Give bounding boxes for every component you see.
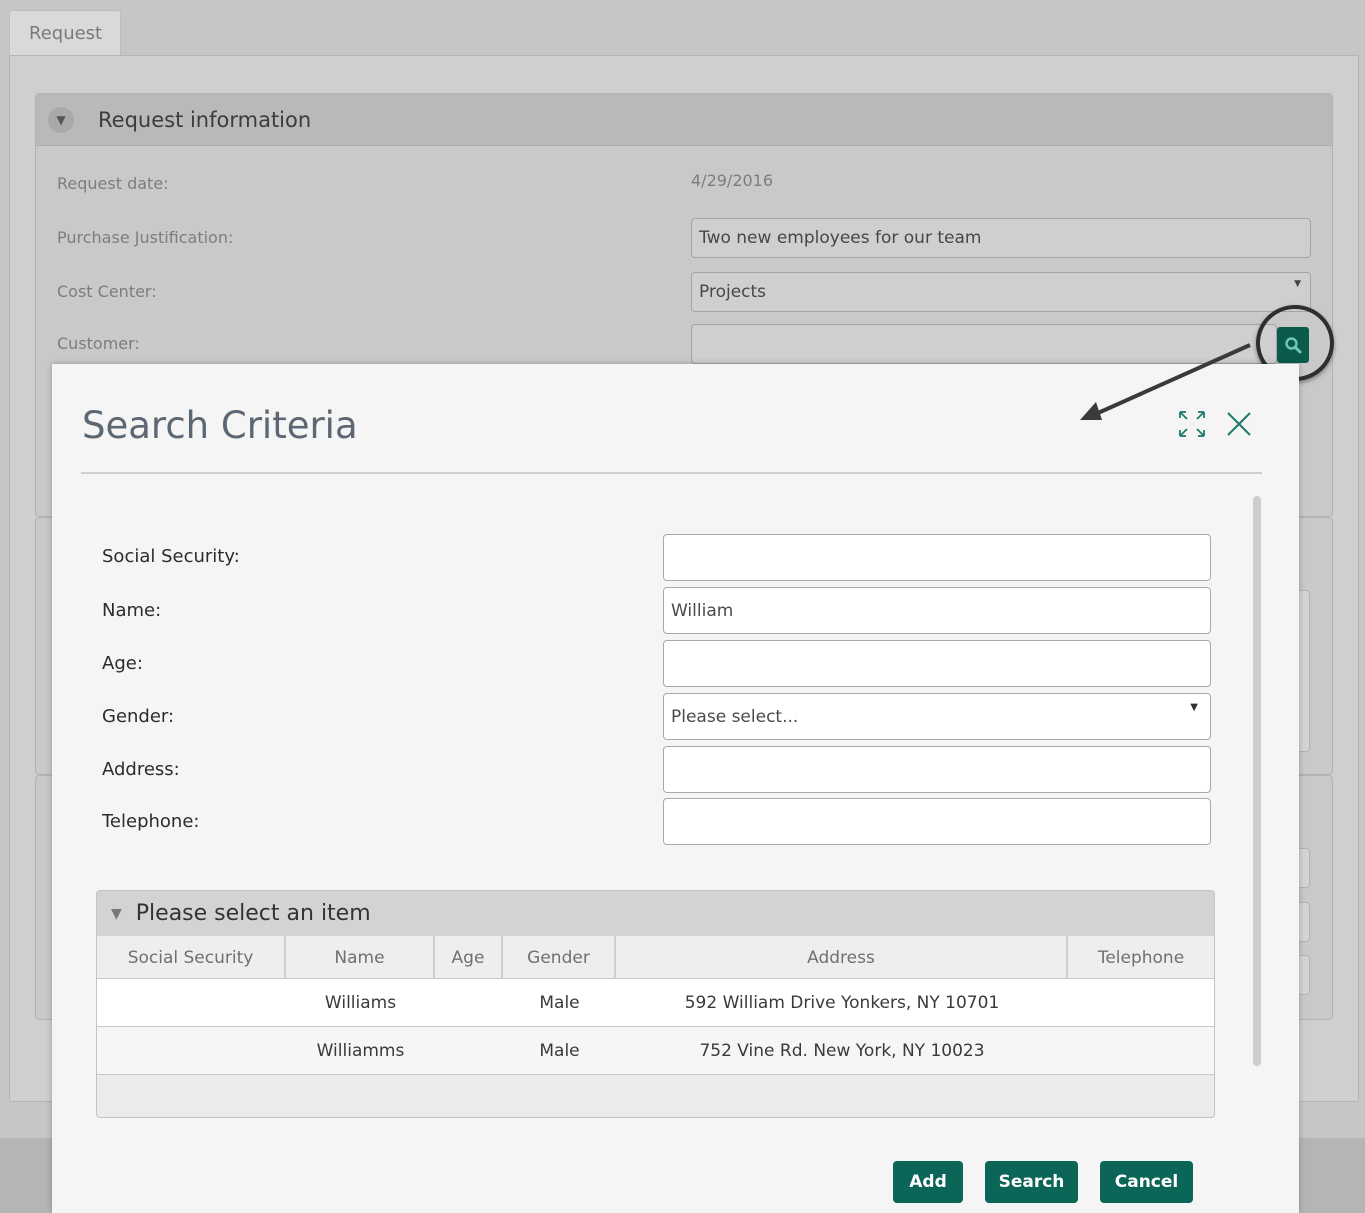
- dialog-scrollbar[interactable]: [1253, 496, 1261, 1066]
- cell-age: [435, 1027, 503, 1074]
- add-button[interactable]: Add: [893, 1161, 963, 1203]
- gender-select-value: Please select...: [671, 707, 799, 727]
- address-label: Address:: [102, 759, 180, 780]
- cell-gender: Male: [539, 1040, 580, 1061]
- grid-title: Please select an item: [135, 901, 371, 926]
- search-button[interactable]: Search: [985, 1161, 1078, 1203]
- grid-header[interactable]: ▼ Please select an item: [97, 891, 1214, 936]
- social-security-input[interactable]: [663, 534, 1211, 581]
- cell-name: Williamms: [316, 1040, 405, 1061]
- table-row[interactable]: Williams Male 592 William Drive Yonkers,…: [97, 979, 1214, 1027]
- customer-label: Customer:: [57, 334, 140, 353]
- search-criteria-dialog: Search Criteria Social Security: Name: A…: [52, 364, 1299, 1213]
- request-date-value: 4/29/2016: [691, 171, 774, 190]
- cell-social-security: [97, 979, 286, 1026]
- caret-down-icon: ▼: [1190, 702, 1198, 713]
- age-input[interactable]: [663, 640, 1211, 687]
- gender-select[interactable]: Please select... ▼: [663, 693, 1211, 740]
- customer-field[interactable]: [691, 324, 1277, 364]
- cell-address: 592 William Drive Yonkers, NY 10701: [684, 992, 1000, 1013]
- telephone-input[interactable]: [663, 798, 1211, 845]
- request-date-label: Request date:: [57, 174, 169, 193]
- name-input[interactable]: [663, 587, 1211, 634]
- dialog-divider: [81, 472, 1262, 474]
- cancel-button[interactable]: Cancel: [1100, 1161, 1193, 1203]
- section-title: Request information: [98, 107, 312, 132]
- justification-label: Purchase Justification:: [57, 228, 234, 247]
- cell-gender: Male: [539, 992, 580, 1013]
- expand-icon[interactable]: [1176, 408, 1208, 440]
- cost-center-select[interactable]: Projects ▼: [691, 272, 1311, 312]
- justification-field[interactable]: Two new employees for our team: [691, 218, 1311, 258]
- cell-social-security: [97, 1027, 286, 1074]
- justification-value: Two new employees for our team: [699, 228, 982, 248]
- cost-center-label: Cost Center:: [57, 282, 157, 301]
- column-name[interactable]: Name: [286, 936, 435, 979]
- results-grid: ▼ Please select an item Social Security …: [96, 890, 1215, 1118]
- tab-request[interactable]: Request: [9, 10, 121, 56]
- social-security-label: Social Security:: [102, 546, 240, 567]
- section-header[interactable]: ▼ Request information: [36, 94, 1332, 146]
- chevron-down-icon[interactable]: ▼: [48, 106, 74, 133]
- column-social-security[interactable]: Social Security: [97, 936, 286, 979]
- name-label: Name:: [102, 600, 162, 621]
- cell-telephone: [1068, 1027, 1214, 1074]
- dialog-title: Search Criteria: [82, 404, 358, 447]
- cell-age: [435, 979, 503, 1026]
- close-icon[interactable]: [1223, 408, 1255, 440]
- cost-center-value: Projects: [699, 282, 767, 302]
- column-gender[interactable]: Gender: [503, 936, 616, 979]
- grid-column-headers: Social Security Name Age Gender Address …: [97, 936, 1214, 979]
- telephone-label: Telephone:: [102, 811, 200, 832]
- address-input[interactable]: [663, 746, 1211, 793]
- gender-label: Gender:: [102, 706, 175, 727]
- table-row[interactable]: Williamms Male 752 Vine Rd. New York, NY…: [97, 1027, 1214, 1075]
- column-telephone[interactable]: Telephone: [1068, 936, 1214, 979]
- column-age[interactable]: Age: [435, 936, 503, 979]
- chevron-down-icon[interactable]: ▼: [111, 906, 122, 922]
- age-label: Age:: [102, 653, 143, 674]
- caret-down-icon: ▼: [1294, 279, 1301, 289]
- cell-telephone: [1068, 979, 1214, 1026]
- cell-address: 752 Vine Rd. New York, NY 10023: [699, 1040, 985, 1061]
- cell-name: Williams: [324, 992, 397, 1013]
- column-address[interactable]: Address: [616, 936, 1068, 979]
